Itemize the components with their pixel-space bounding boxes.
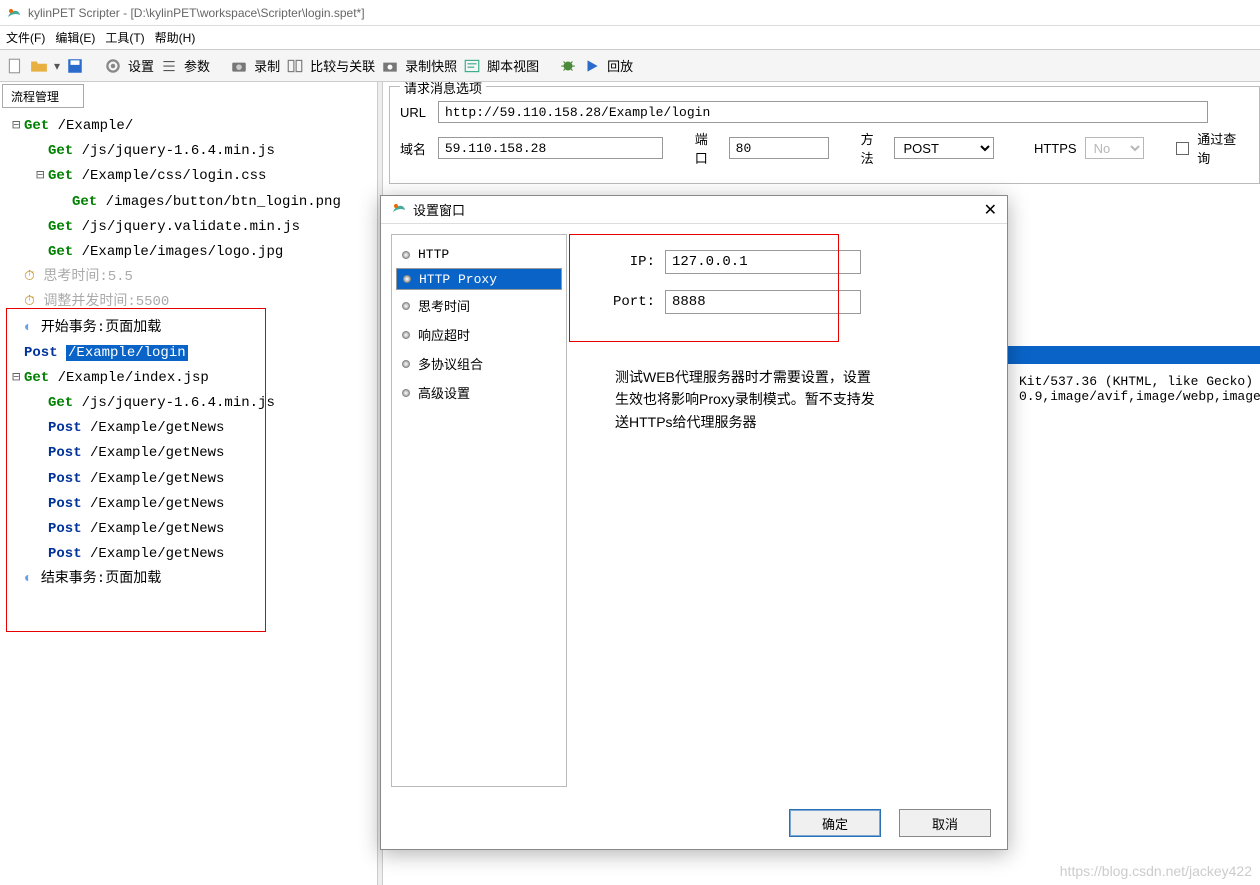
settings-nav-item[interactable]: 高级设置 — [396, 379, 562, 406]
dropdown-caret-icon[interactable]: ▾ — [54, 59, 60, 73]
save-icon[interactable] — [66, 57, 84, 75]
window-title: kylinPET Scripter - [D:\kylinPET\workspa… — [28, 6, 365, 20]
settings-nav-item[interactable]: 响应超时 — [396, 321, 562, 348]
tree-row[interactable]: Get /js/jquery.validate.min.js — [8, 215, 374, 240]
menu-help[interactable]: 帮助(H) — [155, 29, 196, 46]
method-select[interactable]: POST — [894, 137, 994, 159]
settings-dialog: 设置窗口 ✕ HTTPHTTP Proxy思考时间响应超时多协议组合高级设置 I… — [380, 195, 1008, 850]
tree-view[interactable]: ⊟Get /Example/Get /js/jquery-1.6.4.min.j… — [0, 108, 382, 885]
settings-nav-item[interactable]: 多协议组合 — [396, 350, 562, 377]
tree-row[interactable]: Get /images/button/btn_login.png — [8, 190, 374, 215]
compare-icon[interactable] — [286, 57, 304, 75]
dialog-title: 设置窗口 — [413, 200, 465, 219]
toolbar: ▾ 设置 参数 录制 比较与关联 录制快照 脚本视图 回放 — [0, 50, 1260, 82]
ok-button[interactable]: 确定 — [789, 809, 881, 837]
menu-file[interactable]: 文件(F) — [6, 29, 45, 46]
tree-row[interactable]: ⊟Get /Example/css/login.css — [8, 164, 374, 189]
settings-nav-item[interactable]: 思考时间 — [396, 292, 562, 319]
camera-icon[interactable] — [230, 57, 248, 75]
settings-nav: HTTPHTTP Proxy思考时间响应超时多协议组合高级设置 — [391, 234, 567, 787]
domain-label: 域名 — [400, 139, 430, 158]
settings-nav-item[interactable]: HTTP — [396, 243, 562, 266]
snapshot-icon[interactable] — [381, 57, 399, 75]
flow-tab[interactable]: 流程管理 — [2, 84, 84, 108]
snapshot-label[interactable]: 录制快照 — [405, 56, 457, 75]
dialog-note: 测试WEB代理服务器时才需要设置，设置生效也将影响Proxy录制模式。暂不支持发… — [615, 366, 875, 433]
tree-row[interactable]: ⏱ 思考时间:5.5 — [8, 265, 374, 290]
settings-label[interactable]: 设置 — [128, 56, 154, 75]
playback-label[interactable]: 回放 — [607, 56, 633, 75]
cancel-button[interactable]: 取消 — [899, 809, 991, 837]
group-title: 请求消息选项 — [400, 82, 486, 97]
settings-content: IP: Port: 测试WEB代理服务器时才需要设置，设置生效也将影响Proxy… — [575, 234, 997, 787]
request-options-group: 请求消息选项 URL 域名 端口 方法 POST HTTPS No 通过查询 — [389, 86, 1260, 184]
open-file-icon[interactable] — [30, 57, 48, 75]
menu-edit[interactable]: 编辑(E) — [55, 29, 95, 46]
window-titlebar: kylinPET Scripter - [D:\kylinPET\workspa… — [0, 0, 1260, 26]
params-label[interactable]: 参数 — [184, 56, 210, 75]
list-icon[interactable] — [160, 57, 178, 75]
url-label: URL — [400, 105, 430, 120]
gear-icon[interactable] — [104, 57, 122, 75]
red-highlight-box-dialog — [569, 234, 839, 342]
https-label: HTTPS — [1034, 141, 1077, 156]
watermark: https://blog.csdn.net/jackey422 — [1060, 863, 1252, 879]
close-icon[interactable]: ✕ — [984, 200, 997, 220]
domain-input[interactable] — [438, 137, 663, 159]
app-icon — [6, 5, 22, 21]
red-highlight-box — [6, 308, 266, 632]
bug-icon[interactable] — [559, 57, 577, 75]
record-label[interactable]: 录制 — [254, 56, 280, 75]
menubar: 文件(F) 编辑(E) 工具(T) 帮助(H) — [0, 26, 1260, 50]
new-file-icon[interactable] — [6, 57, 24, 75]
scriptview-label[interactable]: 脚本视图 — [487, 56, 539, 75]
compare-label[interactable]: 比较与关联 — [310, 56, 375, 75]
proxy-check-label: 通过查询 — [1197, 129, 1249, 167]
url-input[interactable] — [438, 101, 1208, 123]
proxy-checkbox[interactable] — [1176, 142, 1189, 155]
settings-nav-item[interactable]: HTTP Proxy — [396, 268, 562, 290]
port-input[interactable] — [729, 137, 829, 159]
left-panel: 流程管理 ⊟Get /Example/Get /js/jquery-1.6.4.… — [0, 82, 383, 885]
play-icon[interactable] — [583, 57, 601, 75]
scriptview-icon[interactable] — [463, 57, 481, 75]
tree-row[interactable]: ⊟Get /Example/ — [8, 114, 374, 139]
menu-tool[interactable]: 工具(T) — [105, 29, 144, 46]
tree-row[interactable]: Get /js/jquery-1.6.4.min.js — [8, 139, 374, 164]
port-label: 端口 — [695, 129, 721, 167]
https-select: No — [1085, 137, 1145, 159]
method-label: 方法 — [861, 129, 887, 167]
tree-row[interactable]: Get /Example/images/logo.jpg — [8, 240, 374, 265]
dialog-titlebar: 设置窗口 ✕ — [381, 196, 1007, 224]
dialog-app-icon — [391, 200, 407, 219]
